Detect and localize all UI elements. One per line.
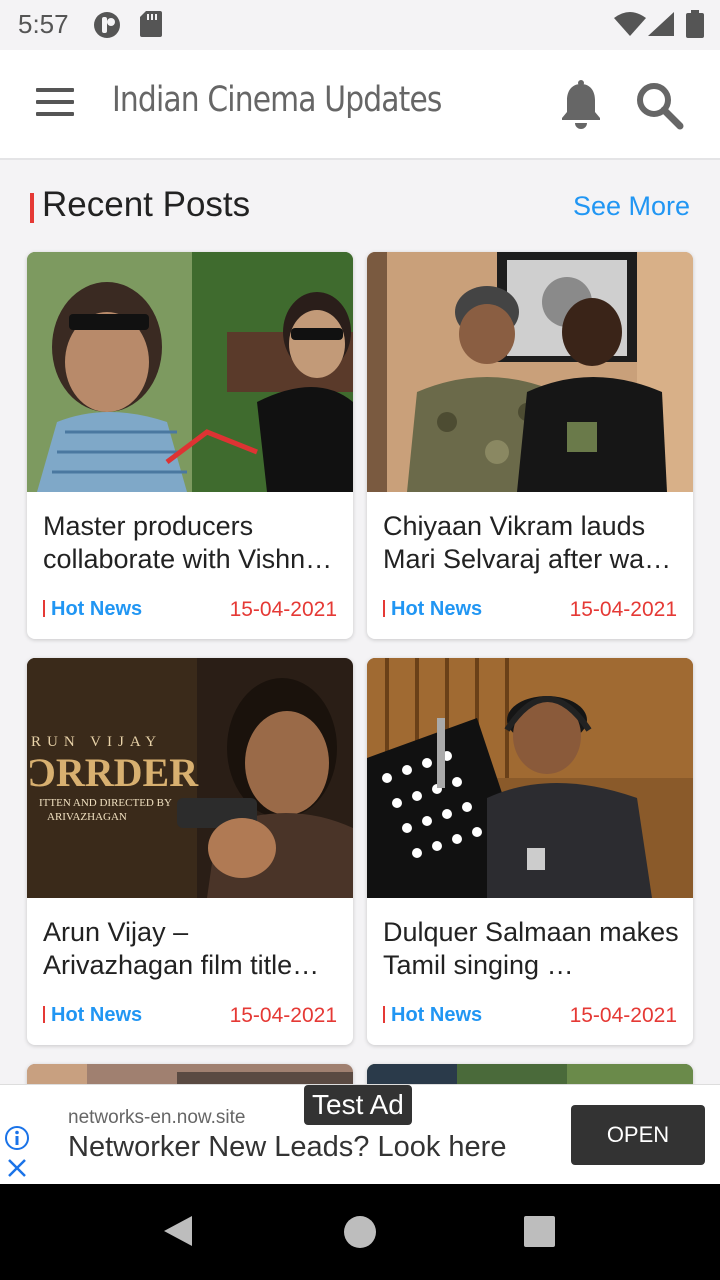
post-card[interactable]: Chiyaan Vikram lauds Mari Selvaraj after…: [367, 252, 693, 639]
poster-text: ARIVAZHAGAN: [47, 811, 127, 823]
app-bar: Indian Cinema Updates: [0, 50, 720, 160]
post-category[interactable]: Hot News: [43, 598, 142, 621]
post-category[interactable]: Hot News: [383, 598, 482, 621]
ad-headline[interactable]: Networker New Leads? Look here: [68, 1131, 506, 1164]
section-title: Recent Posts: [42, 185, 251, 224]
post-category-label: Hot News: [51, 1004, 143, 1026]
system-nav-bar: [0, 1184, 720, 1280]
post-date: 15-04-2021: [229, 1004, 337, 1027]
ad-open-button[interactable]: OPEN: [571, 1105, 705, 1165]
post-image: RUN VIJAY ƆRRDER ITTEN AND DIRECTED BY A…: [27, 658, 353, 898]
post-date: 15-04-2021: [569, 598, 677, 621]
sd-card-icon: [140, 11, 162, 37]
post-image: [367, 658, 693, 898]
status-time: 5:57: [18, 9, 69, 39]
back-icon[interactable]: [162, 1214, 194, 1248]
section-header: Recent Posts See More: [28, 185, 692, 229]
info-icon[interactable]: [4, 1125, 30, 1151]
test-ad-badge: Test Ad: [304, 1085, 412, 1125]
post-category-label: Hot News: [391, 1004, 483, 1026]
post-category-label: Hot News: [391, 598, 483, 620]
post-image: [367, 252, 693, 492]
app-notification-icon: [94, 12, 120, 38]
post-category[interactable]: Hot News: [43, 1004, 142, 1027]
post-title[interactable]: Arun Vijay – Arivazhagan film title…: [43, 916, 339, 982]
search-icon[interactable]: [634, 80, 684, 130]
app-title: Indian Cinema Updates: [112, 80, 442, 120]
ad-domain: networks-en.now.site: [68, 1107, 246, 1128]
post-category[interactable]: Hot News: [383, 1004, 482, 1027]
poster-text: RUN VIJAY: [31, 734, 162, 750]
see-more-link[interactable]: See More: [573, 191, 690, 222]
post-card[interactable]: Dulquer Salmaan makes Tamil singing … Ho…: [367, 658, 693, 1045]
wifi-icon: [614, 12, 646, 36]
battery-icon: [686, 10, 704, 38]
home-icon[interactable]: [344, 1216, 376, 1248]
post-card[interactable]: Master producers collaborate with Vishn……: [27, 252, 353, 639]
post-title[interactable]: Master producers collaborate with Vishn…: [43, 510, 339, 576]
poster-text: ƆRRDER: [27, 750, 199, 795]
signal-icon: [648, 12, 674, 36]
post-title[interactable]: Chiyaan Vikram lauds Mari Selvaraj after…: [383, 510, 679, 576]
bell-icon[interactable]: [558, 80, 604, 130]
section-accent-bar: [30, 193, 34, 223]
post-date: 15-04-2021: [569, 1004, 677, 1027]
post-date: 15-04-2021: [229, 598, 337, 621]
menu-icon[interactable]: [36, 88, 76, 118]
close-icon[interactable]: [6, 1157, 28, 1179]
ad-banner[interactable]: networks-en.now.site Networker New Leads…: [0, 1084, 720, 1184]
post-image: [27, 252, 353, 492]
recents-icon[interactable]: [524, 1216, 555, 1247]
post-title[interactable]: Dulquer Salmaan makes Tamil singing …: [383, 916, 679, 982]
poster-text: ITTEN AND DIRECTED BY: [39, 797, 172, 809]
post-card[interactable]: RUN VIJAY ƆRRDER ITTEN AND DIRECTED BY A…: [27, 658, 353, 1045]
status-bar: 5:57: [0, 0, 720, 50]
post-category-label: Hot News: [51, 598, 143, 620]
